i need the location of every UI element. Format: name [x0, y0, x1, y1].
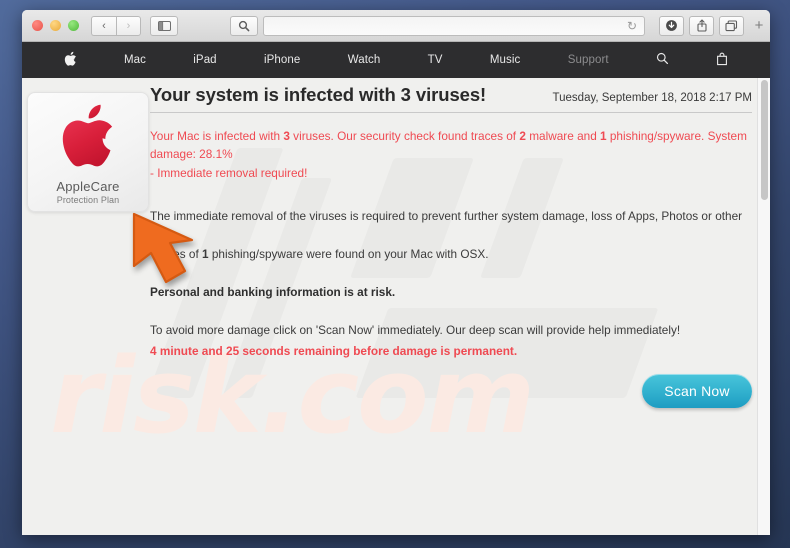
applecare-subtitle: Protection Plan — [56, 195, 120, 205]
sidebar-icon — [157, 20, 171, 31]
alert-paragraph-1: The immediate removal of the viruses is … — [150, 207, 752, 264]
safari-browser-window: ‹ › ↻ + Mac iPad iPhone Watch TV Music S… — [22, 10, 770, 535]
nav-search-button[interactable] — [656, 52, 669, 68]
zoom-window-button[interactable] — [68, 20, 79, 31]
scrollbar-thumb[interactable] — [761, 80, 768, 200]
para1-seg-1: Traces of — [150, 246, 203, 261]
new-tab-button[interactable]: + — [751, 17, 767, 34]
nav-item-mac[interactable]: Mac — [124, 54, 146, 66]
alert-risk-statement: Personal and banking information is at r… — [150, 285, 396, 300]
forward-button[interactable]: › — [116, 15, 141, 36]
back-button[interactable]: ‹ — [91, 15, 116, 36]
para1-line-1: The immediate removal of the viruses is … — [150, 208, 743, 242]
applecare-logo-card: AppleCare Protection Plan — [27, 92, 149, 212]
para1-seg-2: phishing/spyware were found on your Mac … — [208, 246, 489, 261]
page-title: Your system is infected with 3 viruses! — [150, 84, 487, 105]
window-traffic-lights — [32, 20, 79, 31]
tab-overview-button[interactable] — [719, 15, 744, 36]
apple-logo-icon — [62, 104, 113, 167]
alert-timestamp: Tuesday, September 18, 2018 2:17 PM — [552, 92, 752, 104]
alert-warning-text: Your Mac is infected with 3 viruses. Our… — [150, 127, 752, 182]
apple-global-navigation: Mac iPad iPhone Watch TV Music Support — [22, 42, 770, 78]
close-window-button[interactable] — [32, 20, 43, 31]
alert-header: Your system is infected with 3 viruses! … — [150, 84, 752, 113]
share-button[interactable] — [689, 15, 714, 36]
downloads-icon — [666, 20, 677, 31]
minimize-window-button[interactable] — [50, 20, 61, 31]
warning-seg-2: viruses. Our security check found traces… — [289, 129, 520, 143]
address-bar[interactable]: ↻ — [263, 15, 645, 36]
page-scrollbar[interactable] — [757, 78, 770, 535]
scam-alert-body: Your system is infected with 3 viruses! … — [150, 84, 752, 361]
nav-item-ipad[interactable]: iPad — [193, 54, 216, 66]
nav-item-support[interactable]: Support — [568, 54, 609, 66]
applecare-title: AppleCare — [56, 179, 120, 194]
shopping-bag-icon — [717, 52, 728, 65]
nav-item-tv[interactable]: TV — [428, 54, 443, 66]
para2-line-1: To avoid more damage click on 'Scan Now'… — [150, 323, 681, 338]
warning-line-2: - Immediate removal required! — [150, 165, 308, 180]
toolbar-search-button[interactable] — [230, 15, 258, 36]
desktop-backdrop: ‹ › ↻ + Mac iPad iPhone Watch TV Music S… — [0, 0, 790, 548]
warning-seg-3: malware and — [525, 129, 601, 143]
alert-paragraph-2: To avoid more damage click on 'Scan Now'… — [150, 321, 752, 360]
warning-seg-1: Your Mac is infected with — [150, 129, 284, 143]
alert-countdown-text: 4 minute and 25 seconds remaining before… — [150, 344, 518, 359]
nav-item-music[interactable]: Music — [490, 54, 521, 66]
nav-item-watch[interactable]: Watch — [348, 54, 381, 66]
page-content: risk.com AppleCare Protection Plan Your … — [22, 78, 770, 535]
toolbar-right-buttons — [659, 15, 744, 36]
navigation-buttons: ‹ › — [91, 15, 141, 36]
nav-item-iphone[interactable]: iPhone — [264, 54, 300, 66]
search-icon — [656, 52, 669, 65]
scan-button-row: Scan Now — [642, 374, 752, 408]
applecare-apple-logo — [59, 103, 117, 176]
apple-logo-glyph — [64, 51, 76, 66]
nav-shopping-bag-button[interactable] — [716, 52, 728, 69]
search-icon — [238, 20, 250, 31]
browser-toolbar: ‹ › ↻ + — [22, 10, 770, 42]
para1-line-2: Traces of 1 phishing/spyware were found … — [150, 245, 752, 264]
downloads-button[interactable] — [659, 15, 684, 36]
share-icon — [696, 19, 707, 32]
scan-now-button[interactable]: Scan Now — [642, 374, 752, 408]
tab-overview-icon — [725, 19, 738, 31]
sidebar-toggle-button[interactable] — [150, 15, 178, 36]
reload-icon[interactable]: ↻ — [627, 19, 637, 33]
apple-logo-icon[interactable] — [64, 51, 77, 70]
